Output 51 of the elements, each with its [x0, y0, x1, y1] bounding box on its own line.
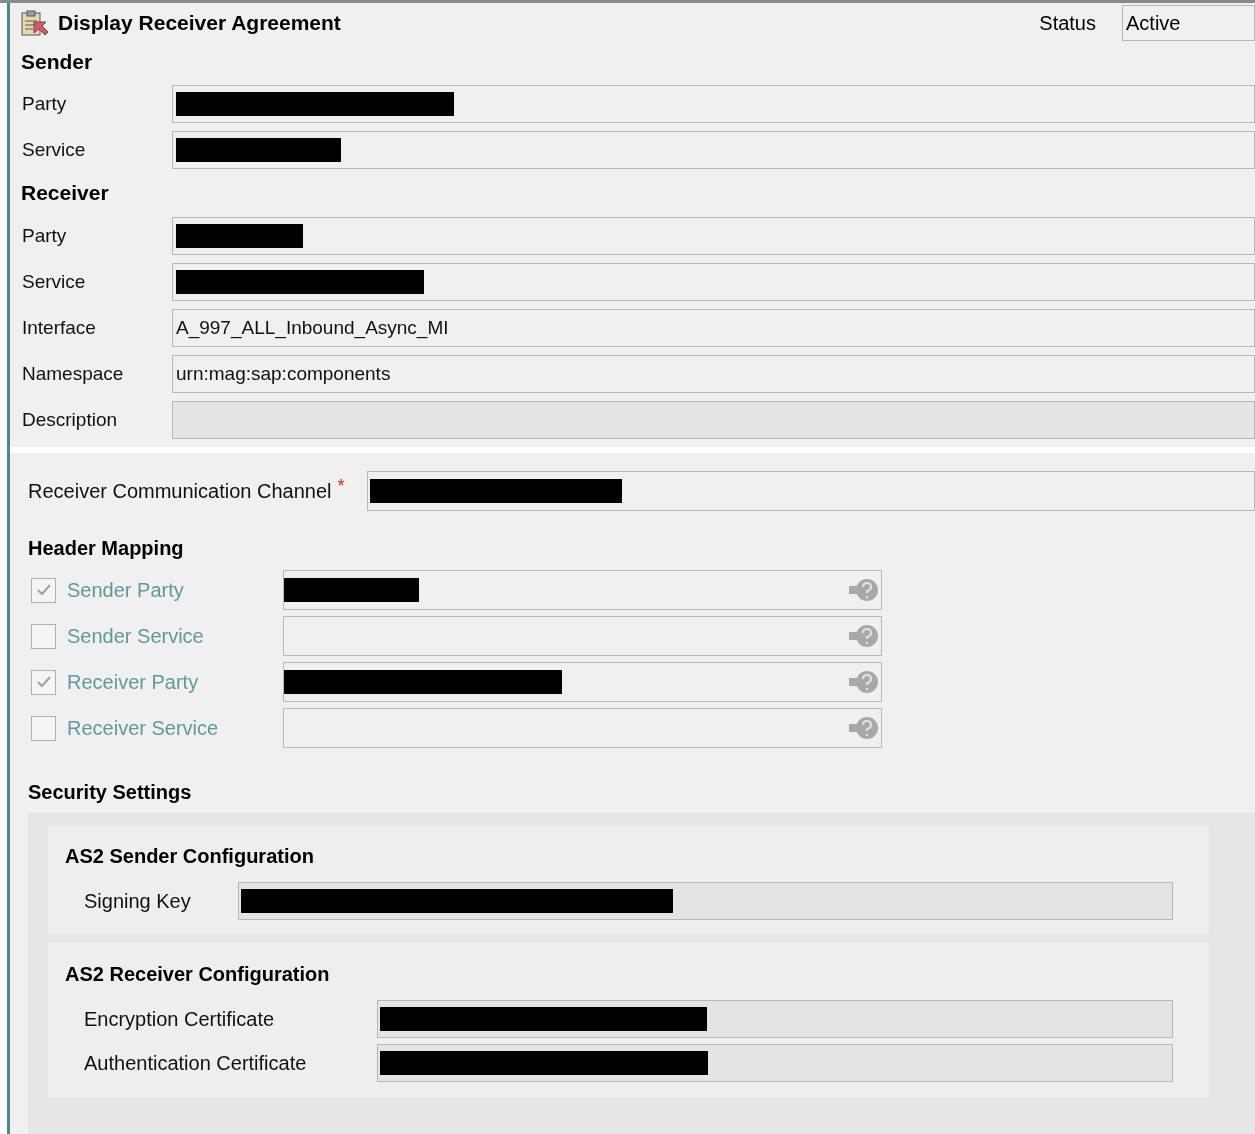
check-icon: [35, 675, 52, 689]
text-field[interactable]: [172, 85, 1255, 123]
checkbox-label: Receiver Service: [67, 716, 220, 741]
text-field[interactable]: [172, 217, 1255, 255]
field-label: Namespace: [21, 361, 125, 386]
checkbox-label: Sender Service: [67, 624, 205, 649]
check-icon: [35, 583, 52, 597]
text-field[interactable]: A_997_ALL_Inbound_Async_MI: [172, 309, 1255, 347]
section-heading: Receiver: [20, 180, 110, 207]
text-field[interactable]: [172, 131, 1255, 169]
field-label: Encryption Certificate: [83, 1007, 276, 1032]
checkbox[interactable]: [31, 623, 56, 649]
text-field[interactable]: [238, 882, 1173, 920]
checkbox-label: Receiver Party: [67, 670, 200, 695]
field-label: Party: [21, 91, 68, 116]
text-field[interactable]: [172, 401, 1255, 439]
section-heading: Sender: [20, 49, 94, 76]
mapping-field[interactable]: [283, 662, 882, 702]
section-heading: Header Mapping: [28, 536, 185, 561]
field-label: Service: [21, 269, 87, 294]
mapping-field[interactable]: [283, 570, 882, 610]
text-field[interactable]: [377, 1000, 1173, 1038]
text-field[interactable]: urn:mag:sap:components: [172, 355, 1255, 393]
field-label: Interface: [21, 315, 97, 340]
required-mark: *: [337, 475, 345, 498]
text-field[interactable]: [377, 1044, 1173, 1082]
help-icon[interactable]: [847, 715, 879, 741]
field-label: Authentication Certificate: [83, 1051, 308, 1076]
checkbox[interactable]: [31, 715, 56, 741]
help-icon[interactable]: [847, 577, 879, 603]
checkbox[interactable]: [31, 669, 56, 695]
mapping-field[interactable]: [283, 616, 882, 656]
group-title: AS2 Sender Configuration: [65, 844, 315, 869]
checkbox[interactable]: [31, 577, 56, 603]
window-title: Display Receiver Agreement: [58, 10, 341, 37]
group-title: AS2 Receiver Configuration: [65, 962, 331, 987]
field-label: Description: [21, 407, 119, 432]
mapping-field[interactable]: [283, 708, 882, 748]
field-label: Service: [21, 137, 87, 162]
status-field[interactable]: Active: [1122, 5, 1255, 41]
help-icon[interactable]: [847, 669, 879, 695]
clipboard-icon: [20, 10, 50, 36]
help-icon[interactable]: [847, 623, 879, 649]
section-heading: Security Settings: [28, 780, 193, 805]
channel-field[interactable]: [366, 471, 1255, 511]
field-label: Party: [21, 223, 68, 248]
text-field[interactable]: [172, 263, 1255, 301]
status-label: Status: [1039, 11, 1096, 36]
field-label: Signing Key: [83, 889, 192, 914]
checkbox-label: Sender Party: [67, 578, 185, 603]
field-label: Receiver Communication Channel: [28, 479, 332, 504]
